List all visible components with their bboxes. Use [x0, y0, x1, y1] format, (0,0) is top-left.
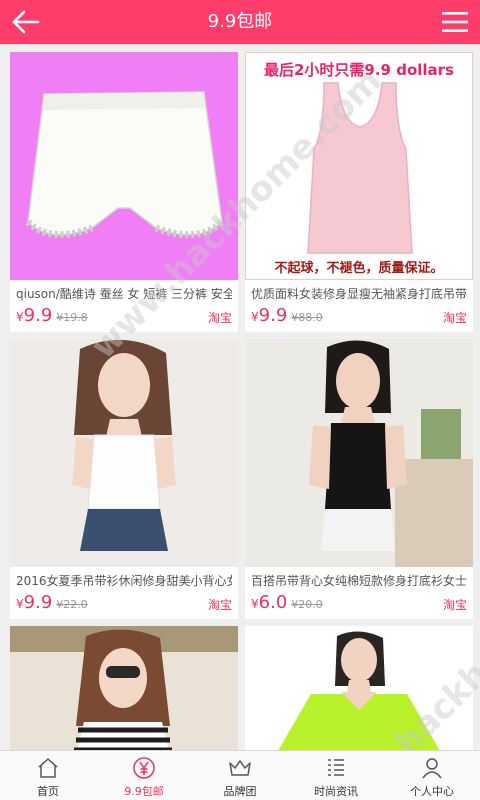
original-price: ¥20.0 — [291, 598, 323, 611]
promo-banner-bottom: 不起球，不褪色，质量保证。 — [274, 261, 444, 276]
news-list-icon — [328, 759, 344, 776]
product-name: 百搭吊带背心女纯棉短款修身打底衫女士 — [251, 574, 467, 588]
product-card[interactable] — [10, 626, 238, 750]
product-price: 9.9 — [258, 305, 288, 326]
crown-icon — [229, 760, 251, 776]
tab-label: 个人中心 — [410, 785, 454, 798]
yen-coin-icon — [133, 757, 155, 779]
tab-brand[interactable]: 品牌团 — [192, 751, 288, 800]
app-root: 9.9包邮 qiuson/酷维诗 蚕丝 女 短裤 三分裤 安全 ¥9.9 ¥19… — [0, 0, 480, 800]
top-bar: 9.9包邮 — [0, 0, 480, 44]
user-icon — [422, 758, 442, 779]
product-price: 9.9 — [23, 305, 53, 326]
product-card[interactable]: 百搭吊带背心女纯棉短款修身打底衫女士 ¥6.0 ¥20.0 淘宝 — [245, 339, 473, 619]
shop-label: 淘宝 — [442, 598, 467, 612]
product-image[interactable]: 最后2小时只需9.9 dollars 不起球，不褪色，质量保证。 — [245, 52, 473, 280]
product-image[interactable] — [10, 339, 238, 567]
product-feed[interactable]: qiuson/酷维诗 蚕丝 女 短裤 三分裤 安全 ¥9.9 ¥19.8 淘宝 最… — [0, 44, 480, 750]
price-row: ¥9.9 ¥22.0 淘宝 — [16, 592, 232, 616]
product-name: 2016女夏季吊带衫休闲修身甜美小背心女 — [16, 574, 232, 588]
product-card[interactable]: 2016女夏季吊带衫休闲修身甜美小背心女 ¥9.9 ¥22.0 淘宝 — [10, 339, 238, 619]
currency-symbol: ¥ — [16, 597, 24, 611]
tab-label: 9.9包邮 — [124, 785, 164, 798]
price-row: ¥6.0 ¥20.0 淘宝 — [251, 592, 467, 616]
product-price: 6.0 — [258, 592, 288, 613]
product-image[interactable] — [10, 52, 238, 280]
tab-label: 品牌团 — [223, 785, 257, 798]
product-image[interactable] — [245, 339, 473, 567]
product-image[interactable] — [10, 626, 238, 750]
price-row: ¥9.9 ¥19.8 淘宝 — [16, 305, 232, 329]
home-icon — [38, 758, 58, 778]
product-card[interactable] — [245, 626, 473, 750]
tab-home[interactable]: 首页 — [0, 751, 96, 800]
tab-label: 首页 — [37, 785, 59, 798]
original-price: ¥22.0 — [56, 598, 88, 611]
shop-label: 淘宝 — [442, 311, 467, 325]
product-price: 9.9 — [23, 592, 53, 613]
product-image[interactable] — [245, 626, 473, 750]
shop-label: 淘宝 — [207, 598, 232, 612]
original-price: ¥19.8 — [56, 311, 88, 324]
bottom-tab-bar: 首页 9.9包邮 品牌团 时尚资讯 个人中心 — [0, 750, 480, 800]
product-card[interactable]: 最后2小时只需9.9 dollars 不起球，不褪色，质量保证。 优质面料女装修… — [245, 52, 473, 332]
product-card[interactable]: qiuson/酷维诗 蚕丝 女 短裤 三分裤 安全 ¥9.9 ¥19.8 淘宝 — [10, 52, 238, 332]
shop-label: 淘宝 — [207, 311, 232, 325]
price-row: ¥9.9 ¥88.0 淘宝 — [251, 305, 467, 329]
tab-9-9-free-shipping[interactable]: 9.9包邮 — [96, 751, 192, 800]
tab-fashion-news[interactable]: 时尚资讯 — [288, 751, 384, 800]
currency-symbol: ¥ — [16, 310, 24, 324]
product-name: qiuson/酷维诗 蚕丝 女 短裤 三分裤 安全 — [16, 287, 232, 301]
hamburger-menu-icon[interactable] — [440, 8, 470, 36]
currency-symbol: ¥ — [251, 310, 259, 324]
page-title: 9.9包邮 — [207, 11, 273, 32]
currency-symbol: ¥ — [251, 597, 259, 611]
original-price: ¥88.0 — [291, 311, 323, 324]
tab-profile[interactable]: 个人中心 — [384, 751, 480, 800]
tab-label: 时尚资讯 — [314, 785, 358, 798]
product-name: 优质面料女装修身显瘦无袖紧身打底吊带 — [251, 287, 467, 301]
